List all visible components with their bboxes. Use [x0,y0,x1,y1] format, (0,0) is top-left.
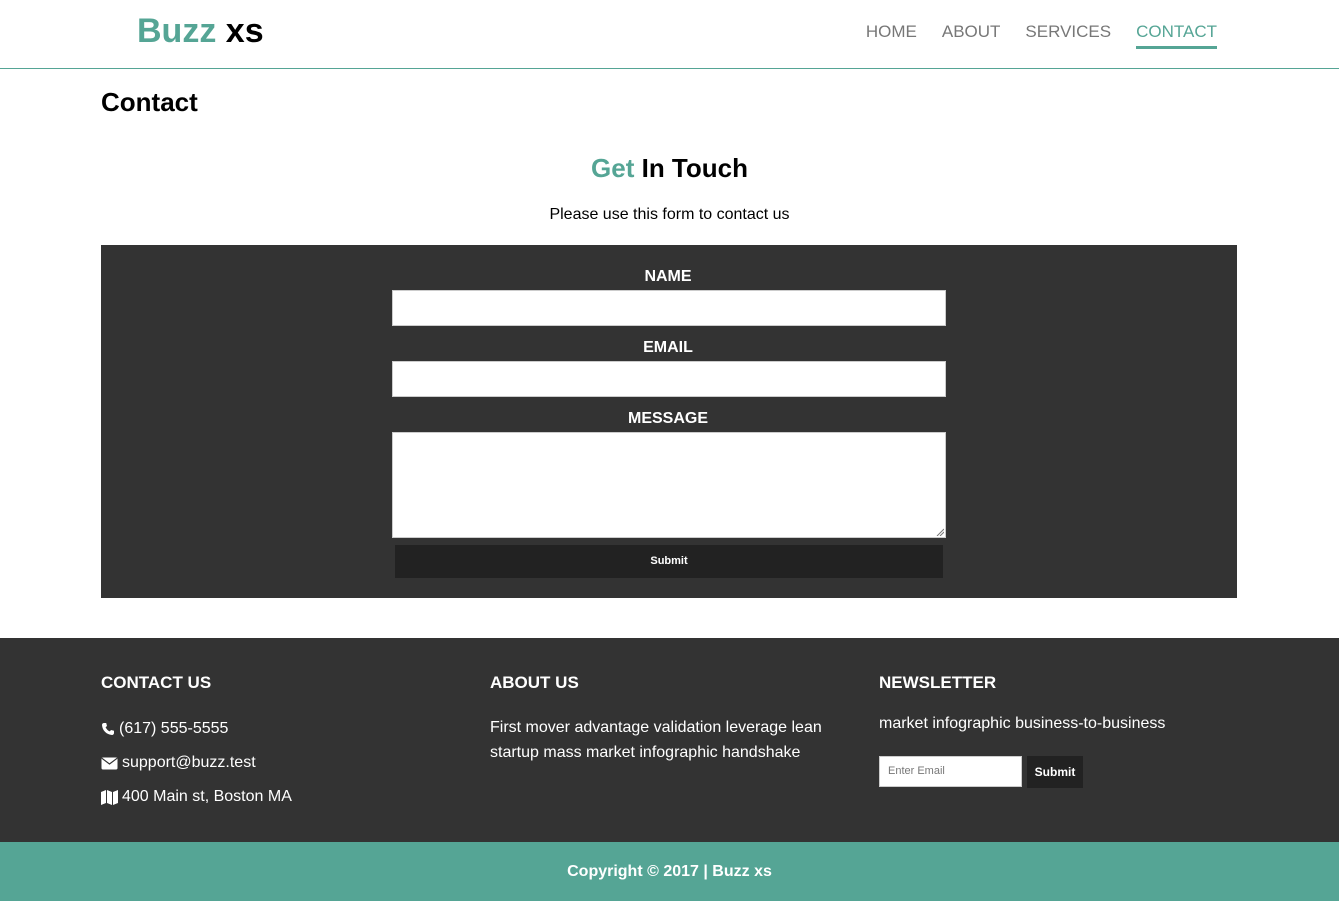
newsletter-text: market infographic business-to-business [879,715,1166,732]
contact-address: 400 Main st, Boston MA [101,788,292,806]
newsletter-submit-button[interactable]: Submit [1027,756,1083,788]
email-label: EMAIL [643,339,693,356]
contact-us-heading: CONTACT US [101,673,212,692]
resize-handle-icon[interactable] [936,528,944,536]
logo-xs: xs [225,12,264,50]
phone-icon [102,723,114,735]
about-us-text: First mover advantage validation leverag… [490,719,822,761]
newsletter-email-input[interactable]: Enter Email [879,756,1022,787]
message-label: MESSAGE [627,410,708,427]
email-text: support@buzz.test [122,754,256,771]
logo-buzz: Buzz [137,12,217,50]
email-field[interactable] [392,361,946,397]
site-footer: CONTACT US (617) 555-5555 support@buzz.t… [0,638,1339,842]
message-field[interactable] [392,432,946,538]
heading-rest: In Touch [641,153,748,183]
main-nav: HOME ABOUT SERVICES CONTACT [866,22,1217,49]
contact-form: NAME EMAIL MESSAGE Submit [101,245,1237,598]
phone-text: (617) 555-5555 [119,720,229,737]
contact-email: support@buzz.test [101,754,256,772]
heading-accent: Get [591,153,635,183]
about-us-heading: ABOUT US [490,673,579,692]
address-text: 400 Main st, Boston MA [122,788,292,805]
page-title: Contact [101,87,198,117]
copyright-bar: Copyright © 2017 | Buzz xs [0,842,1339,901]
copyright-text: Copyright © 2017 | Buzz xs [567,863,772,880]
form-subtitle: Please use this form to contact us [549,206,790,223]
nav-about[interactable]: ABOUT [942,22,1001,49]
get-in-touch-heading: Get In Touch [0,153,1339,184]
site-header: Buzz xs HOME ABOUT SERVICES CONTACT [0,0,1339,69]
name-label: NAME [644,268,692,285]
contact-phone: (617) 555-5555 [101,720,228,738]
site-logo[interactable]: Buzz xs [137,12,264,51]
nav-services[interactable]: SERVICES [1025,22,1111,49]
nav-contact[interactable]: CONTACT [1136,22,1217,49]
newsletter-heading: NEWSLETTER [879,673,997,692]
submit-button[interactable]: Submit [395,545,943,578]
map-icon [101,789,118,805]
name-field[interactable] [392,290,946,326]
envelope-icon [101,757,118,769]
nav-home[interactable]: HOME [866,22,917,49]
